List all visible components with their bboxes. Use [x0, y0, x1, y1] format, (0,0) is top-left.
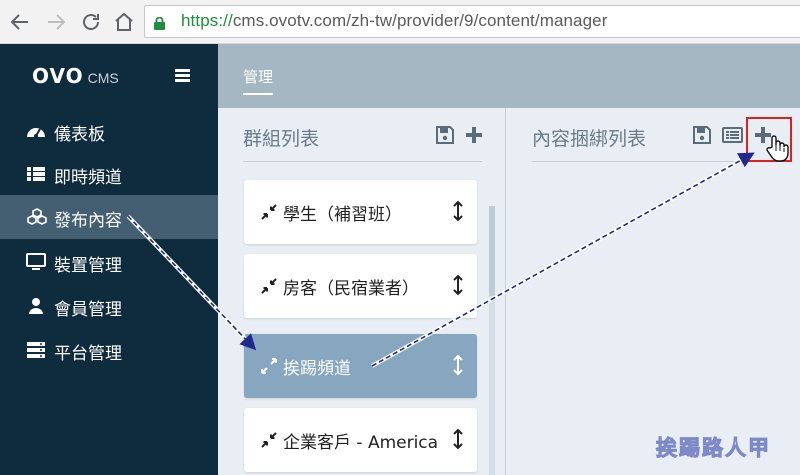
compress-icon[interactable] [261, 432, 277, 448]
logo-cms: CMS [87, 70, 119, 86]
url-path: cms.ovotv.com/zh-tw/provider/9/content/m… [232, 11, 608, 30]
logo[interactable]: OVO CMS [32, 64, 119, 88]
lock-icon [154, 15, 165, 30]
url-scheme: https:// [181, 11, 233, 30]
tab-manage[interactable]: 管理 [243, 66, 274, 95]
group-card-it-channel[interactable]: 挨踢頻道 [244, 334, 477, 398]
top-bar: 管理 [218, 44, 800, 108]
sidebar-item-publish-content[interactable]: 發布內容 [0, 195, 218, 239]
compress-icon[interactable] [261, 204, 277, 220]
panel-divider [505, 108, 506, 475]
hamburger-menu-icon[interactable] [175, 69, 190, 82]
group-list-title: 群組列表 [243, 128, 320, 150]
save-icon[interactable] [693, 126, 711, 144]
list-view-icon[interactable] [722, 126, 743, 144]
group-card-tenants[interactable]: 房客（民宿業者） [244, 254, 477, 318]
group-list-scroll-thumb[interactable] [489, 206, 495, 296]
reload-icon[interactable] [79, 10, 103, 34]
expand-icon[interactable] [261, 358, 277, 374]
forward-icon[interactable] [44, 10, 68, 34]
sidebar-item-device-management[interactable]: 裝置管理 [0, 240, 218, 284]
sidebar: OVO CMS 儀表板 即時頻道 發布內容 裝置管理 會員管理 平台管理 [0, 44, 218, 475]
cubes-icon [26, 208, 47, 226]
sidebar-item-dashboard[interactable]: 儀表板 [0, 109, 218, 153]
sidebar-item-label: 儀表板 [54, 125, 105, 145]
list-icon [26, 165, 46, 183]
sidebar-item-label: 裝置管理 [54, 256, 122, 276]
group-title-underline [243, 161, 482, 162]
drag-handle-icon[interactable] [453, 274, 463, 296]
drag-handle-icon[interactable] [453, 200, 463, 222]
group-card-students[interactable]: 學生（補習班） [244, 180, 477, 244]
compress-icon[interactable] [261, 278, 277, 294]
add-group-icon[interactable] [465, 126, 483, 144]
sidebar-item-label: 即時頻道 [54, 168, 122, 188]
back-icon[interactable] [8, 10, 32, 34]
home-icon[interactable] [112, 10, 136, 34]
group-card-label: 挨踢頻道 [283, 359, 351, 379]
user-icon [26, 297, 46, 315]
save-icon[interactable] [436, 126, 454, 144]
group-card-label: 學生（補習班） [283, 205, 402, 225]
hand-cursor-icon [764, 134, 790, 162]
group-card-label: 房客（民宿業者） [283, 279, 419, 299]
sidebar-item-member-management[interactable]: 會員管理 [0, 284, 218, 328]
sidebar-item-live-channels[interactable]: 即時頻道 [0, 152, 218, 196]
group-card-label: 企業客戶 - America [283, 433, 439, 453]
sidebar-item-label: 會員管理 [54, 300, 122, 320]
browser-toolbar: https://cms.ovotv.com/zh-tw/provider/9/c… [0, 0, 800, 44]
drag-handle-icon[interactable] [453, 428, 463, 450]
watermark: 挨踢路人甲 [656, 436, 771, 461]
group-card-enterprise-america[interactable]: 企業客戶 - America [244, 408, 477, 472]
sidebar-item-label: 發布內容 [54, 211, 122, 231]
content-bundle-title: 內容捆綁列表 [532, 128, 647, 150]
monitor-icon [26, 253, 46, 271]
address-bar[interactable]: https://cms.ovotv.com/zh-tw/provider/9/c… [144, 5, 800, 38]
url-text: https://cms.ovotv.com/zh-tw/provider/9/c… [181, 11, 608, 31]
logo-ovo: OVO [32, 64, 84, 88]
drag-handle-icon[interactable] [453, 354, 463, 376]
dashboard-icon [26, 122, 46, 140]
server-icon [26, 341, 46, 359]
sidebar-item-label: 平台管理 [54, 344, 122, 364]
sidebar-item-platform-management[interactable]: 平台管理 [0, 328, 218, 372]
